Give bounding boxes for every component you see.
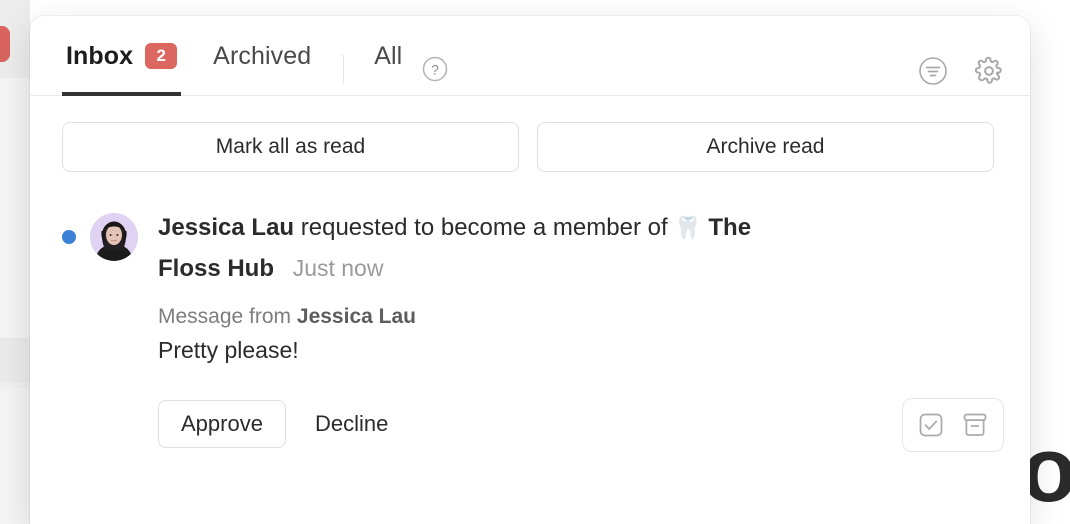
notification-body: Jessica Lau requested to become a member… <box>158 208 1004 448</box>
bulk-actions-row: Mark all as read Archive read <box>30 96 1030 172</box>
header-actions <box>918 56 1004 86</box>
message-body: Pretty please! <box>158 337 299 363</box>
tab-inbox-label: Inbox <box>66 41 134 70</box>
unread-dot <box>62 230 76 244</box>
tab-inbox[interactable]: Inbox 2 <box>62 16 182 96</box>
tab-bar: Inbox 2 Archived All ? <box>30 16 448 96</box>
notification-item[interactable]: Jessica Lau requested to become a member… <box>30 172 1030 452</box>
inbox-unread-badge: 2 <box>145 43 178 69</box>
notifications-panel: Inbox 2 Archived All ? Mark all as read … <box>30 16 1030 524</box>
mark-all-as-read-button[interactable]: Mark all as read <box>62 122 519 172</box>
background-red-badge <box>0 26 10 62</box>
notification-actor: Jessica Lau <box>158 214 295 241</box>
archive-icon[interactable] <box>957 407 993 443</box>
approve-button[interactable]: Approve <box>158 400 286 448</box>
message-from-name: Jessica Lau <box>296 305 416 328</box>
decline-button[interactable]: Decline <box>296 400 407 448</box>
background-left-rail <box>0 0 30 524</box>
filter-icon[interactable] <box>918 56 948 86</box>
background-band-lower <box>0 382 30 388</box>
message-from-label: Message from <box>158 305 292 328</box>
avatar <box>90 213 138 261</box>
notification-action-text: requested to become a member of <box>300 214 668 241</box>
tab-all[interactable]: All <box>370 16 406 96</box>
tab-divider <box>343 55 345 83</box>
svg-text:?: ? <box>431 62 439 78</box>
archive-read-button[interactable]: Archive read <box>537 122 994 172</box>
message-from-line: Message from Jessica Lau <box>158 305 1004 329</box>
settings-gear-icon[interactable] <box>974 56 1004 86</box>
tab-archived[interactable]: Archived <box>209 16 315 96</box>
group-emoji-icon: 🦷 <box>674 215 702 240</box>
notification-row-actions <box>902 398 1004 452</box>
mark-as-read-icon[interactable] <box>913 407 949 443</box>
notification-title: Jessica Lau requested to become a member… <box>158 208 818 289</box>
panel-header: Inbox 2 Archived All ? <box>30 16 1030 96</box>
background-band-upper <box>0 338 30 382</box>
notification-timestamp: Just now <box>292 255 384 281</box>
cta-row: Approve Decline <box>158 400 1004 448</box>
tab-archived-label: Archived <box>213 41 312 70</box>
help-circle-icon[interactable]: ? <box>422 56 448 82</box>
tab-all-label: All <box>374 41 403 70</box>
